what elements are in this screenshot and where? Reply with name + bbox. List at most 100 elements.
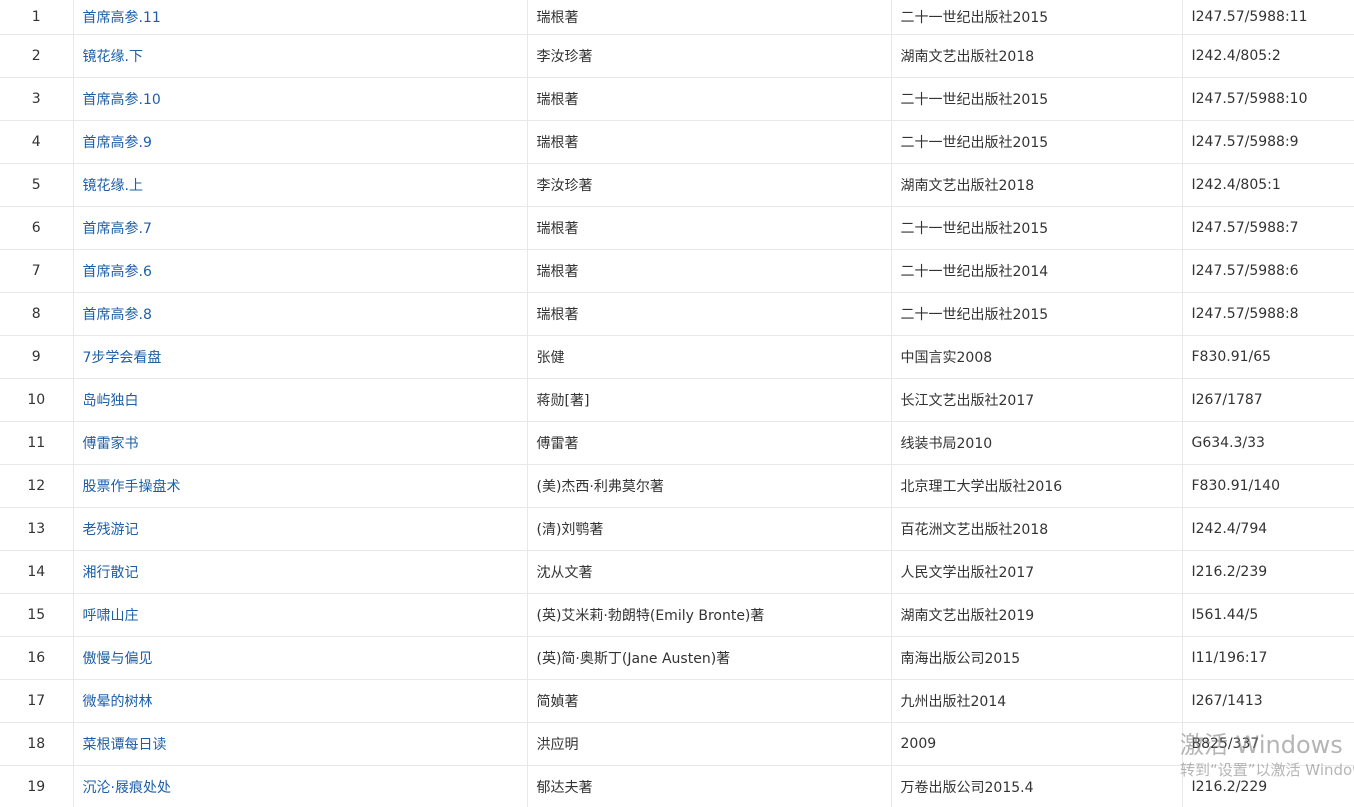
publisher-cell: 北京理工大学出版社2016 <box>891 464 1183 508</box>
row-number: 4 <box>0 120 74 164</box>
publisher-cell: 二十一世纪出版社2015 <box>891 77 1183 121</box>
book-title-link[interactable]: 首席高参.6 <box>83 264 152 280</box>
book-title-link[interactable]: 首席高参.7 <box>83 221 152 237</box>
book-title-link[interactable]: 老残游记 <box>83 522 139 538</box>
call-number-cell: I247.57/5988:9 <box>1182 120 1354 164</box>
title-cell: 7步学会看盘 <box>73 335 528 379</box>
book-title-link[interactable]: 首席高参.8 <box>83 307 152 323</box>
call-number-cell: I267/1787 <box>1182 378 1354 422</box>
book-title-link[interactable]: 镜花缘.下 <box>83 49 143 65</box>
call-number-cell: I247.57/5988:10 <box>1182 77 1354 121</box>
author-cell: 瑞根著 <box>527 206 892 250</box>
book-title-link[interactable]: 7步学会看盘 <box>83 350 162 366</box>
table-row: 7 首席高参.6 瑞根著 二十一世纪出版社2014 I247.57/5988:6 <box>0 249 1354 293</box>
book-title-link[interactable]: 首席高参.10 <box>83 92 161 108</box>
call-number-cell: I267/1413 <box>1182 679 1354 723</box>
publisher-cell: 湖南文艺出版社2019 <box>891 593 1183 637</box>
book-title-link[interactable]: 沉沦·屐痕处处 <box>83 780 171 796</box>
title-cell: 傲慢与偏见 <box>73 636 528 680</box>
title-cell: 岛屿独白 <box>73 378 528 422</box>
title-cell: 股票作手操盘术 <box>73 464 528 508</box>
table-row: 10 岛屿独白 蒋勋[著] 长江文艺出版社2017 I267/1787 <box>0 378 1354 422</box>
book-title-link[interactable]: 菜根谭每日读 <box>83 737 167 753</box>
publisher-cell: 线装书局2010 <box>891 421 1183 465</box>
call-number-cell: I216.2/239 <box>1182 550 1354 594</box>
title-cell: 镜花缘.上 <box>73 163 528 207</box>
publisher-cell: 人民文学出版社2017 <box>891 550 1183 594</box>
author-cell: 李汝珍著 <box>527 34 892 78</box>
table-row: 15 呼啸山庄 (英)艾米莉·勃朗特(Emily Bronte)著 湖南文艺出版社20… <box>0 593 1354 637</box>
table-row: 6 首席高参.7 瑞根著 二十一世纪出版社2015 I247.57/5988:7 <box>0 206 1354 250</box>
call-number-cell: B825/337 <box>1182 722 1354 766</box>
table-row: 11 傅雷家书 傅雷著 线装书局2010 G634.3/33 <box>0 421 1354 465</box>
row-number: 10 <box>0 378 74 422</box>
publisher-cell: 二十一世纪出版社2014 <box>891 249 1183 293</box>
author-cell: 张健 <box>527 335 892 379</box>
book-title-link[interactable]: 岛屿独白 <box>83 393 139 409</box>
title-cell: 微晕的树林 <box>73 679 528 723</box>
call-number-cell: I247.57/5988:11 <box>1182 0 1354 35</box>
author-cell: 洪应明 <box>527 722 892 766</box>
row-number: 3 <box>0 77 74 121</box>
table-row: 19 沉沦·屐痕处处 郁达夫著 万卷出版公司2015.4 I216.2/229 <box>0 765 1354 807</box>
publisher-cell: 二十一世纪出版社2015 <box>891 206 1183 250</box>
table-row: 12 股票作手操盘术 (美)杰西·利弗莫尔著 北京理工大学出版社2016 F830.91… <box>0 464 1354 508</box>
author-cell: 瑞根著 <box>527 120 892 164</box>
book-title-link[interactable]: 微晕的树林 <box>83 694 153 710</box>
author-cell: (英)简·奥斯丁(Jane Austen)著 <box>527 636 892 680</box>
author-cell: 郁达夫著 <box>527 765 892 807</box>
author-cell: 傅雷著 <box>527 421 892 465</box>
author-cell: (英)艾米莉·勃朗特(Emily Bronte)著 <box>527 593 892 637</box>
title-cell: 镜花缘.下 <box>73 34 528 78</box>
book-title-link[interactable]: 湘行散记 <box>83 565 139 581</box>
row-number: 8 <box>0 292 74 336</box>
title-cell: 首席高参.10 <box>73 77 528 121</box>
call-number-cell: I11/196:17 <box>1182 636 1354 680</box>
author-cell: 蒋勋[著] <box>527 378 892 422</box>
row-number: 16 <box>0 636 74 680</box>
book-title-link[interactable]: 首席高参.11 <box>83 10 161 26</box>
call-number-cell: I242.4/805:1 <box>1182 163 1354 207</box>
title-cell: 菜根谭每日读 <box>73 722 528 766</box>
table-row: 8 首席高参.8 瑞根著 二十一世纪出版社2015 I247.57/5988:8 <box>0 292 1354 336</box>
publisher-cell: 中国言实2008 <box>891 335 1183 379</box>
title-cell: 首席高参.8 <box>73 292 528 336</box>
row-number: 5 <box>0 163 74 207</box>
book-title-link[interactable]: 傲慢与偏见 <box>83 651 153 667</box>
publisher-cell: 2009 <box>891 722 1183 766</box>
title-cell: 首席高参.11 <box>73 0 528 35</box>
title-cell: 老残游记 <box>73 507 528 551</box>
book-title-link[interactable]: 呼啸山庄 <box>83 608 139 624</box>
author-cell: (美)杰西·利弗莫尔著 <box>527 464 892 508</box>
call-number-cell: I242.4/805:2 <box>1182 34 1354 78</box>
publisher-cell: 二十一世纪出版社2015 <box>891 0 1183 35</box>
title-cell: 呼啸山庄 <box>73 593 528 637</box>
table-row: 18 菜根谭每日读 洪应明 2009 B825/337 <box>0 722 1354 766</box>
author-cell: (清)刘鹗著 <box>527 507 892 551</box>
title-cell: 首席高参.9 <box>73 120 528 164</box>
publisher-cell: 二十一世纪出版社2015 <box>891 292 1183 336</box>
row-number: 14 <box>0 550 74 594</box>
author-cell: 瑞根著 <box>527 0 892 35</box>
table-row: 2 镜花缘.下 李汝珍著 湖南文艺出版社2018 I242.4/805:2 <box>0 34 1354 78</box>
table-row: 13 老残游记 (清)刘鹗著 百花洲文艺出版社2018 I242.4/794 <box>0 507 1354 551</box>
book-title-link[interactable]: 首席高参.9 <box>83 135 152 151</box>
row-number: 15 <box>0 593 74 637</box>
row-number: 9 <box>0 335 74 379</box>
table-row: 1 首席高参.11 瑞根著 二十一世纪出版社2015 I247.57/5988:11 <box>0 0 1354 35</box>
call-number-cell: F830.91/65 <box>1182 335 1354 379</box>
book-title-link[interactable]: 傅雷家书 <box>83 436 139 452</box>
author-cell: 简媜著 <box>527 679 892 723</box>
call-number-cell: I247.57/5988:6 <box>1182 249 1354 293</box>
book-title-link[interactable]: 股票作手操盘术 <box>83 479 181 495</box>
publisher-cell: 南海出版公司2015 <box>891 636 1183 680</box>
book-title-link[interactable]: 镜花缘.上 <box>83 178 143 194</box>
call-number-cell: I247.57/5988:8 <box>1182 292 1354 336</box>
row-number: 17 <box>0 679 74 723</box>
publisher-cell: 九州出版社2014 <box>891 679 1183 723</box>
call-number-cell: G634.3/33 <box>1182 421 1354 465</box>
table-row: 5 镜花缘.上 李汝珍著 湖南文艺出版社2018 I242.4/805:1 <box>0 163 1354 207</box>
call-number-cell: I216.2/229 <box>1182 765 1354 807</box>
row-number: 19 <box>0 765 74 807</box>
publisher-cell: 长江文艺出版社2017 <box>891 378 1183 422</box>
